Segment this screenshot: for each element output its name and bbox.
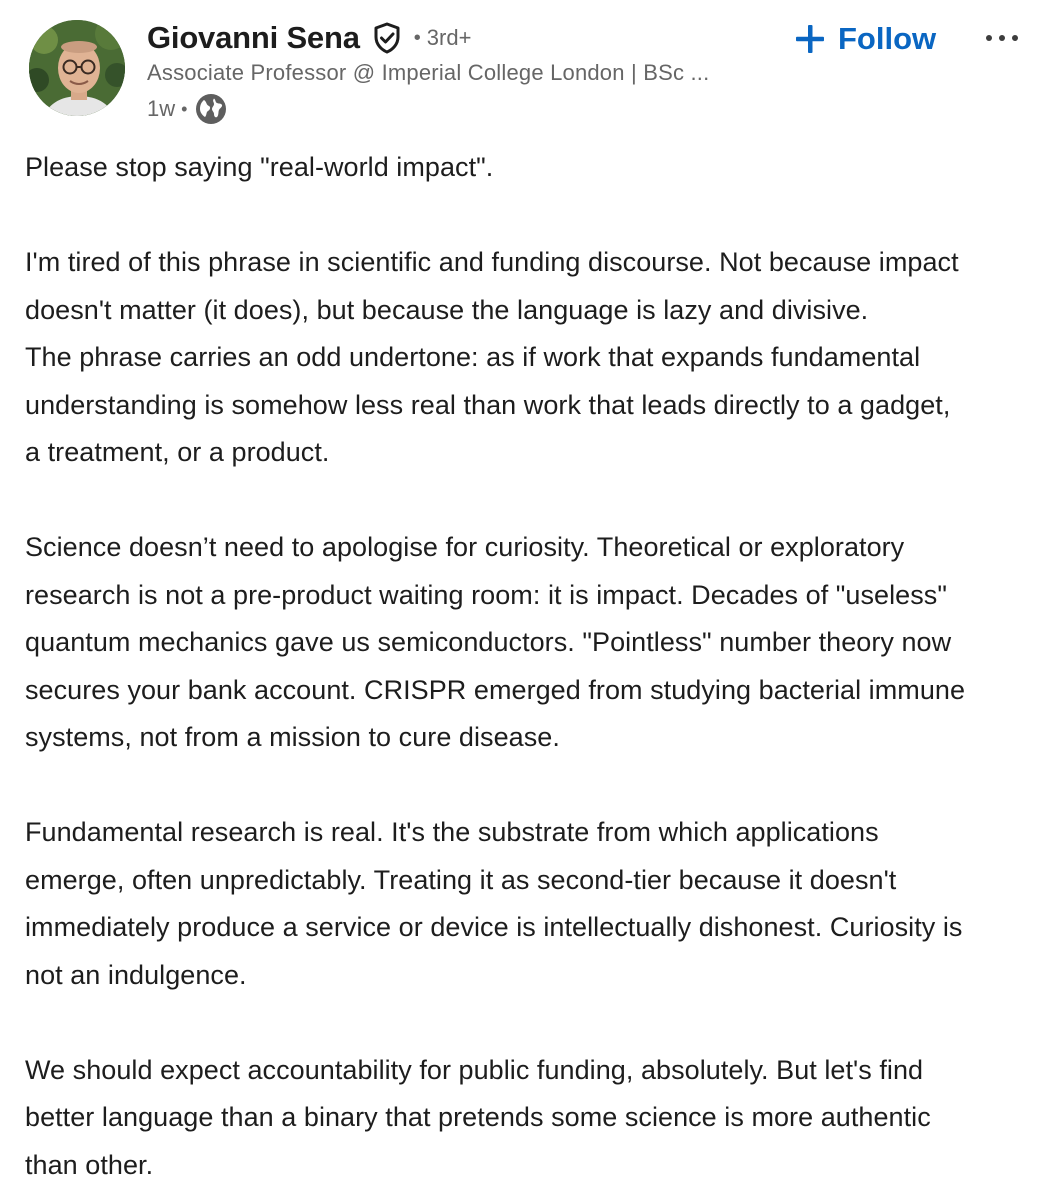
post-line: Please stop saying "real-world impact". <box>25 152 494 182</box>
plus-icon <box>794 23 826 55</box>
post-line: research is not a pre-product waiting ro… <box>25 579 947 610</box>
post-timestamp: 1w <box>147 96 176 121</box>
more-horizontal-icon <box>980 35 1024 61</box>
post-line: quantum mechanics gave us semiconductors… <box>25 627 952 657</box>
post-line: The phrase carries an odd undertone: as … <box>25 342 921 372</box>
timestamp-separator: • <box>181 98 188 119</box>
post-line: doesn't matter (it does), but because th… <box>25 294 869 325</box>
post-line: than other. <box>25 1149 154 1180</box>
post-meta: 1w • <box>147 92 227 126</box>
post-line: Fundamental research is real. It's the s… <box>25 817 879 847</box>
degree-separator: • <box>413 26 421 49</box>
post-line: immediately produce a service or device … <box>25 912 963 942</box>
linkedin-post: Giovanni Sena • 3rd+ Associate Professor… <box>0 0 1063 1200</box>
post-line: not an indulgence. <box>25 959 247 990</box>
post-line: emerge, often unpredictably. Treating it… <box>25 864 897 895</box>
post-line: systems, not from a mission to cure dise… <box>25 722 560 752</box>
post-line: We should expect accountability for publ… <box>25 1054 924 1085</box>
verified-shield-icon <box>370 21 404 55</box>
avatar[interactable] <box>29 20 125 116</box>
connection-degree: 3rd+ <box>426 25 472 50</box>
post-line: I'm tired of this phrase in scientific a… <box>25 247 959 277</box>
post-line: better language than a binary that prete… <box>25 1102 931 1132</box>
post-line: secures your bank account. CRISPR emerge… <box>25 674 966 705</box>
follow-button[interactable]: Follow <box>790 18 940 60</box>
globe-icon <box>195 93 227 125</box>
avatar-image <box>29 20 125 116</box>
follow-label: Follow <box>838 21 937 56</box>
author-name-row: Giovanni Sena • 3rd+ <box>147 18 471 58</box>
author-headline: Associate Professor @ Imperial College L… <box>147 60 710 85</box>
post-line: Science doesn’t need to apologise for cu… <box>25 532 905 562</box>
post-line: a treatment, or a product. <box>25 437 330 467</box>
post-line: understanding is somehow less real than … <box>25 389 951 420</box>
more-options-button[interactable] <box>980 18 1024 58</box>
post-body: Please stop saying "real-world impact". … <box>25 144 1055 1189</box>
author-name[interactable]: Giovanni Sena <box>147 20 360 56</box>
